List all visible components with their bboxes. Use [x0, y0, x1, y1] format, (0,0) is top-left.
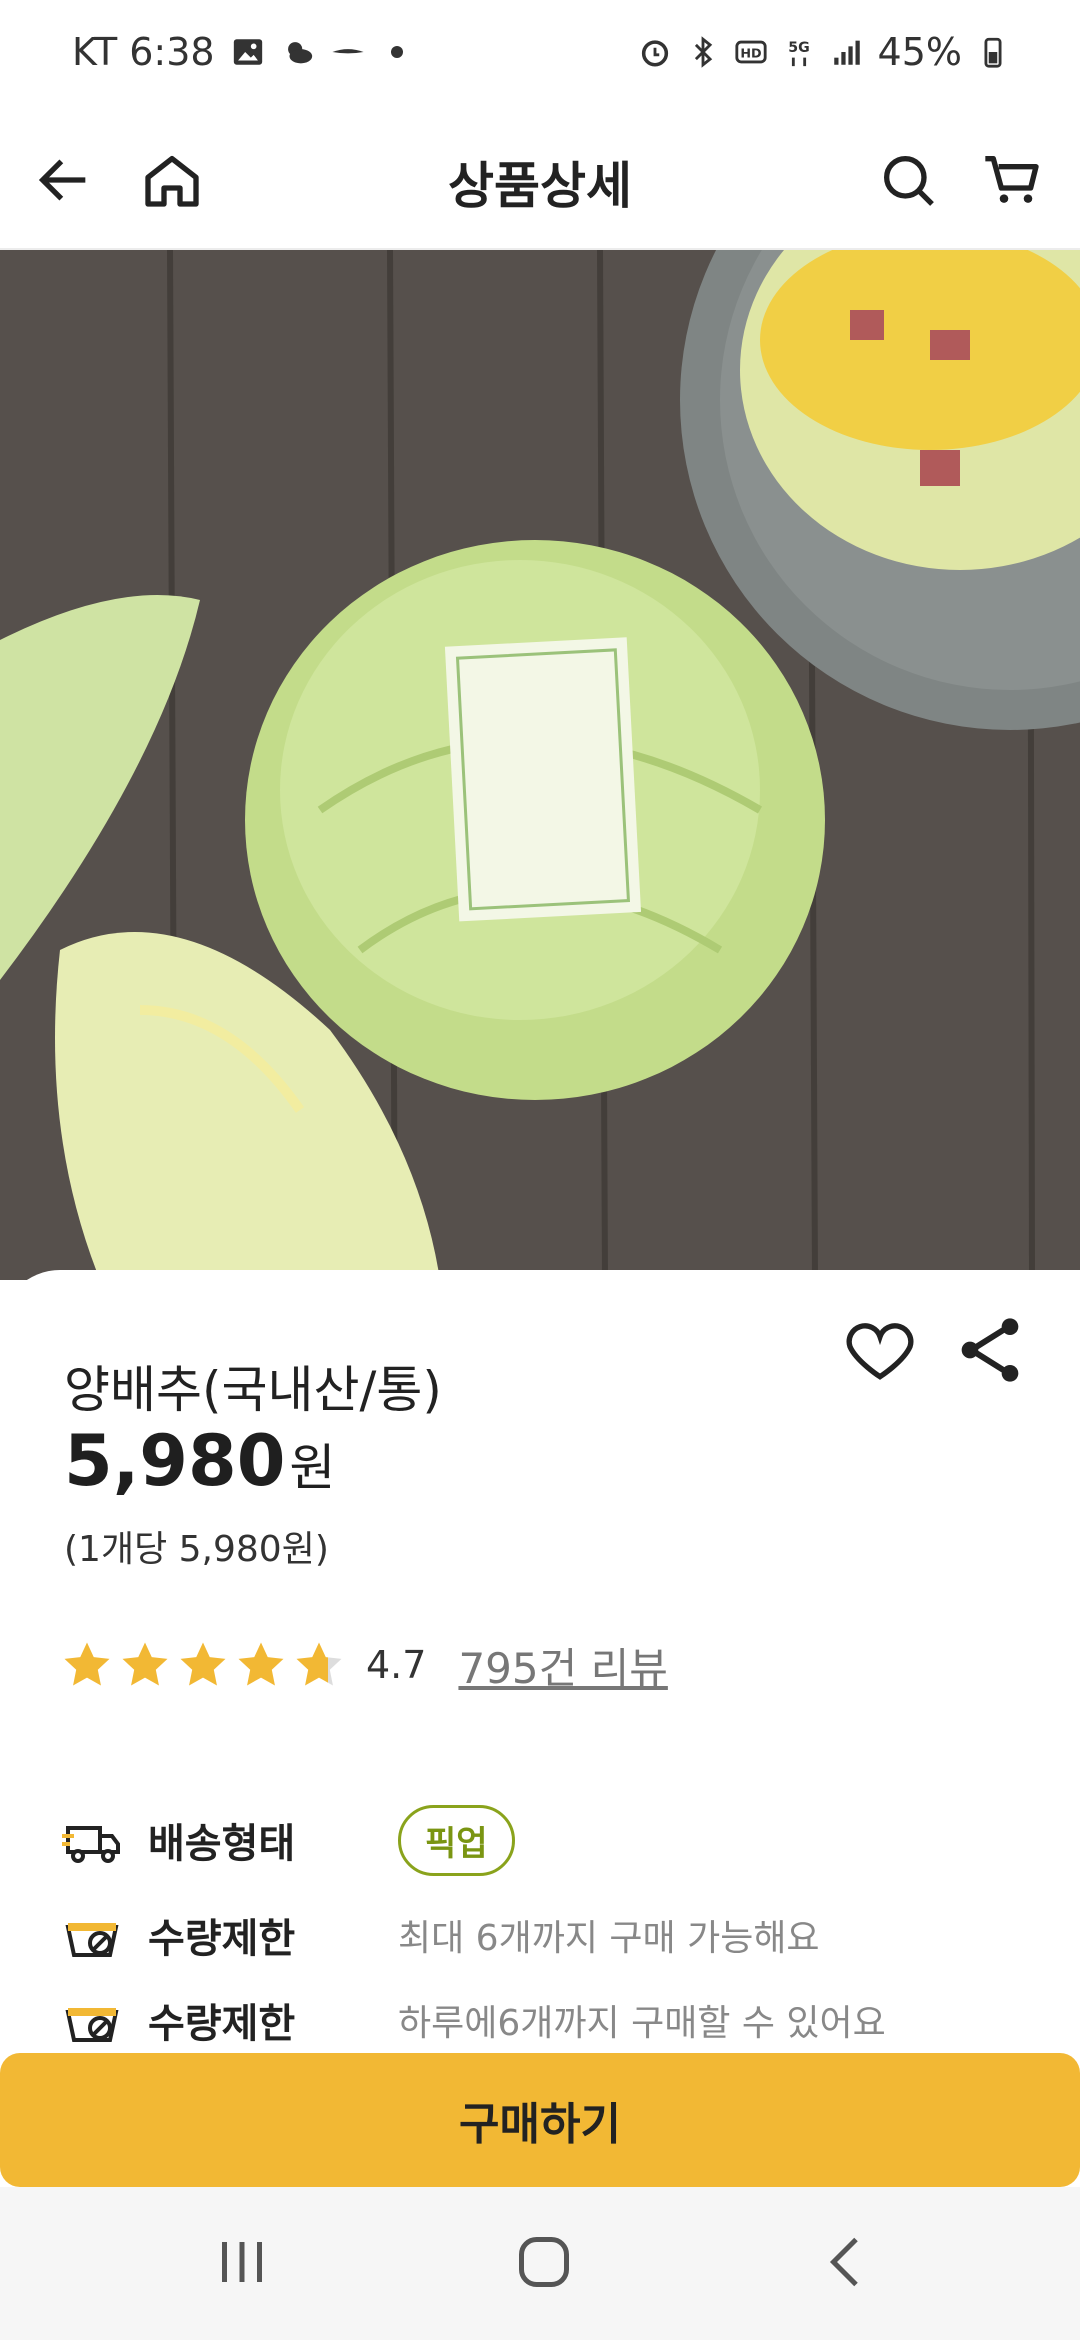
- reviews-link[interactable]: 795건 리뷰: [458, 1635, 667, 1696]
- star-icon: [64, 1642, 110, 1686]
- price-currency: 원: [289, 1439, 336, 1497]
- status-right: HD 5G 45%: [638, 30, 1010, 74]
- status-left: KT 6:38: [72, 30, 403, 74]
- recent-apps-icon: [222, 2242, 262, 2282]
- star-icon: [238, 1642, 284, 1686]
- svg-text:5G: 5G: [788, 40, 809, 56]
- gallery-icon: [233, 39, 262, 65]
- info-value: 하루에6개까지 구매할 수 있어요: [398, 2003, 886, 2044]
- bluetooth-icon: [694, 36, 712, 68]
- favorite-button[interactable]: [840, 1310, 920, 1390]
- recent-apps-button[interactable]: [192, 2217, 292, 2307]
- alarm-icon: [641, 40, 668, 67]
- battery-icon: [984, 37, 1002, 68]
- 5g-icon: 5G: [788, 40, 809, 67]
- cabbage-photo: [0, 250, 1080, 1280]
- back-nav-button[interactable]: [796, 2217, 896, 2307]
- cart-icon: [985, 156, 1039, 203]
- search-button[interactable]: [868, 140, 948, 220]
- hd-icon: HD: [734, 40, 767, 64]
- weather-icon: [287, 42, 312, 64]
- cart-button[interactable]: [972, 140, 1052, 220]
- car-logo-icon: [332, 49, 364, 54]
- heart-icon: [846, 1323, 914, 1380]
- status-bar: KT 6:38 HD 5G 45%: [0, 0, 1080, 112]
- signal-icon: [833, 40, 860, 65]
- basket-limit-icon: [65, 2008, 119, 2042]
- share-icon: [961, 1318, 1019, 1382]
- pickup-badge: 픽업: [398, 1804, 515, 1876]
- star-icon: [122, 1642, 168, 1686]
- star-rating: [60, 1638, 350, 1692]
- star-icon: [180, 1642, 226, 1686]
- rating-row: 4.7 795건 리뷰: [60, 1630, 668, 1700]
- delivery-truck-icon: [62, 1826, 120, 1863]
- product-image[interactable]: [0, 250, 1080, 1280]
- system-nav-bar: [0, 2187, 1080, 2340]
- product-price: 5,980원: [64, 1420, 335, 1502]
- info-label: 배송형태: [148, 1821, 296, 1867]
- back-nav-icon: [829, 2237, 858, 2287]
- home-nav-icon: [519, 2237, 569, 2287]
- star-icon: [296, 1642, 342, 1686]
- search-icon: [884, 156, 934, 206]
- info-label: 수량제한: [148, 2001, 296, 2047]
- price-value: 5,980: [64, 1420, 286, 1502]
- basket-limit-icon: [65, 1923, 119, 1957]
- app-bar: 상품상세: [0, 112, 1080, 250]
- battery-percent: 45%: [877, 30, 962, 74]
- product-name: 양배추(국내산/통): [64, 1361, 442, 1419]
- info-row-delivery: 배송형태 픽업: [60, 1800, 1020, 1880]
- svg-text:HD: HD: [740, 47, 761, 62]
- info-row-limit: 수량제한 최대 6개까지 구매 가능해요: [60, 1895, 1020, 1975]
- info-row-limit-daily: 수량제한 하루에6개까지 구매할 수 있어요: [60, 1980, 1020, 2060]
- product-info-sheet: 양배추(국내산/통) 5,980원 (1개당 5,980원) 4.7 795건 …: [0, 1270, 1080, 2060]
- buy-button[interactable]: 구매하기: [0, 2053, 1080, 2187]
- share-button[interactable]: [950, 1310, 1030, 1390]
- info-label: 수량제한: [148, 1916, 296, 1962]
- notification-dot: [390, 46, 403, 58]
- carrier-time: KT 6:38: [72, 30, 215, 74]
- unit-price: (1개당 5,980원): [64, 1529, 329, 1570]
- home-nav-button[interactable]: [494, 2217, 594, 2307]
- rating-score: 4.7: [366, 1643, 427, 1687]
- info-value: 최대 6개까지 구매 가능해요: [398, 1918, 820, 1959]
